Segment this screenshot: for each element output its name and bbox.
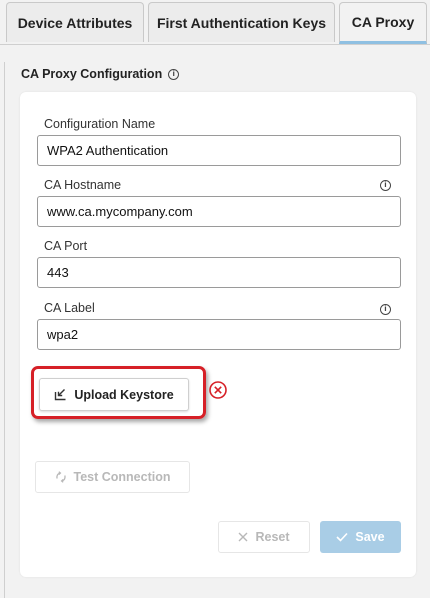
tab-ca-proxy[interactable]: CA Proxy: [339, 2, 427, 44]
section-title-text: CA Proxy Configuration: [21, 67, 163, 81]
panel-border: [4, 62, 5, 598]
save-label: Save: [355, 530, 385, 544]
ca-hostname-label: CA Hostname: [44, 178, 122, 192]
test-connection-button[interactable]: Test Connection: [35, 461, 190, 493]
ca-label-input[interactable]: wpa2: [37, 319, 401, 350]
tab-bar: Device Attributes First Authentication K…: [0, 0, 430, 45]
close-icon: [238, 532, 248, 542]
ca-port-input[interactable]: 443: [37, 257, 401, 288]
save-button[interactable]: Save: [320, 521, 401, 553]
section-title: CA Proxy Configuration i: [21, 67, 180, 81]
reset-button[interactable]: Reset: [218, 521, 310, 553]
check-icon: [336, 532, 348, 542]
config-name-label: Configuration Name: [44, 117, 156, 131]
ca-label-info-icon[interactable]: i: [380, 304, 391, 315]
test-connection-label: Test Connection: [73, 470, 171, 484]
ca-port-label: CA Port: [44, 239, 88, 253]
reset-label: Reset: [255, 530, 290, 544]
tab-device-attributes[interactable]: Device Attributes: [6, 2, 144, 42]
error-circle-x-icon: [209, 381, 227, 399]
tab-first-authentication-keys[interactable]: First Authentication Keys: [148, 2, 335, 42]
refresh-icon: [55, 471, 67, 483]
config-name-input[interactable]: WPA2 Authentication: [37, 135, 401, 166]
info-icon[interactable]: i: [168, 68, 180, 80]
ca-hostname-input[interactable]: www.ca.mycompany.com: [37, 196, 401, 227]
ca-hostname-info-icon[interactable]: i: [380, 180, 391, 191]
highlight-box: [31, 366, 206, 419]
ca-label-label: CA Label: [44, 301, 95, 315]
